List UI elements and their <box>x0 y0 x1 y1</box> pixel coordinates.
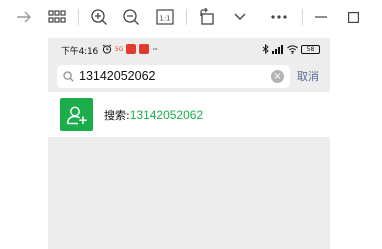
bluetooth-icon <box>262 44 269 54</box>
status-icons-right: 58 <box>262 44 320 54</box>
status-bar: 下午4:16 5G ··· 58 <box>48 38 330 62</box>
rotate-icon[interactable] <box>196 6 218 28</box>
app-notification-icon <box>139 44 150 54</box>
toolbar-divider <box>186 9 187 25</box>
status-time: 下午4:16 <box>61 47 99 57</box>
actual-size-icon[interactable]: 1:1 <box>154 6 176 28</box>
actual-size-label: 1:1 <box>159 15 170 23</box>
app-notification-icon <box>126 44 137 54</box>
alarm-icon <box>102 44 112 54</box>
cancel-button[interactable]: 取消 <box>297 68 319 84</box>
battery-icon: 58 <box>301 44 320 54</box>
signal-icon <box>272 44 283 54</box>
network-badge: 5G <box>115 45 124 53</box>
maximize-icon[interactable] <box>344 6 362 28</box>
toolbar-divider <box>78 9 79 25</box>
status-icons-left: 5G ··· <box>102 44 158 54</box>
clear-icon[interactable]: × <box>271 70 284 83</box>
search-bar: 13142052062 × 取消 <box>48 62 330 92</box>
search-result-prefix: 搜索: <box>104 109 130 122</box>
search-input[interactable]: 13142052062 × <box>57 65 290 88</box>
phone-screenshot: 下午4:16 5G ··· 58 13142052062 × 取消 搜索:131… <box>48 38 330 249</box>
toolbar-divider <box>302 9 303 25</box>
minimize-icon[interactable] <box>312 6 330 28</box>
grid-icon[interactable] <box>46 6 68 28</box>
arrow-right-icon[interactable] <box>14 6 34 28</box>
status-overflow: ··· <box>152 44 158 54</box>
more-icon[interactable] <box>268 6 290 28</box>
search-result-row[interactable]: 搜索:13142052062 <box>48 92 330 137</box>
wifi-icon <box>287 44 298 54</box>
search-icon <box>63 71 74 82</box>
chevron-down-icon[interactable] <box>230 6 250 28</box>
search-value: 13142052062 <box>79 69 156 83</box>
add-contact-icon <box>60 98 93 131</box>
zoom-in-icon[interactable] <box>88 6 110 28</box>
image-viewer-window: 1:1 下午4:16 5G ··· 58 13142052062 × 取消 搜索… <box>0 0 382 249</box>
battery-level: 58 <box>306 45 315 53</box>
zoom-out-icon[interactable] <box>120 6 142 28</box>
search-result-label: 搜索:13142052062 <box>104 107 203 123</box>
viewer-toolbar: 1:1 <box>0 0 382 34</box>
search-result-number: 13142052062 <box>129 108 204 122</box>
